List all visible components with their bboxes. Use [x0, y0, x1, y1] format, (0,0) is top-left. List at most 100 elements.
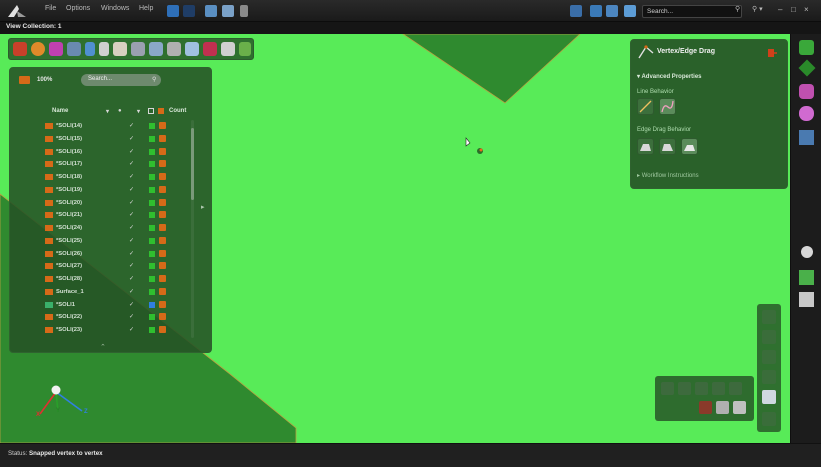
visibility-check-icon[interactable]: ✓	[129, 250, 134, 257]
menu-file[interactable]: File	[45, 5, 56, 12]
visibility-check-icon[interactable]: ✓	[129, 288, 134, 295]
materials-icon[interactable]	[799, 84, 814, 99]
material-cube-icon[interactable]	[159, 147, 166, 155]
material-cube-icon[interactable]	[159, 134, 166, 142]
color-swatch[interactable]	[149, 174, 155, 180]
shape-icon[interactable]	[49, 42, 63, 56]
color-swatch[interactable]	[149, 250, 155, 257]
color-swatch[interactable]	[149, 288, 155, 295]
close-button[interactable]: ×	[804, 5, 809, 14]
color-swatch[interactable]	[149, 135, 155, 142]
material-cube-icon[interactable]	[159, 262, 166, 270]
color-swatch[interactable]	[149, 314, 155, 321]
visibility-check-icon[interactable]: ✓	[129, 186, 134, 193]
measure-icon[interactable]	[203, 42, 217, 56]
visibility-check-icon[interactable]: ✓	[129, 326, 134, 333]
color-column-icon[interactable]	[148, 108, 154, 114]
color-swatch[interactable]	[149, 263, 155, 270]
nav-fit-icon[interactable]	[762, 370, 776, 384]
solid-tool-icon[interactable]	[149, 42, 163, 56]
tree-row[interactable]: *SOLI(14) ✓	[10, 120, 200, 133]
minimize-button[interactable]: –	[778, 5, 782, 14]
save-icon[interactable]	[222, 5, 234, 17]
view-reset-icon[interactable]	[699, 401, 712, 414]
menu-help[interactable]: Help	[139, 5, 153, 12]
visibility-check-icon[interactable]: ✓	[129, 313, 134, 320]
nav-select-icon[interactable]	[762, 390, 776, 404]
line-icon[interactable]	[99, 42, 109, 56]
material-cube-icon[interactable]	[159, 160, 166, 168]
column-name-header[interactable]: Name	[52, 108, 68, 114]
list-view-icon[interactable]	[799, 130, 814, 145]
plugin-icon[interactable]	[239, 42, 251, 56]
color-swatch[interactable]	[149, 225, 155, 231]
color-swatch[interactable]	[149, 186, 155, 193]
color-swatch[interactable]	[149, 237, 155, 244]
tree-view-icon[interactable]	[19, 76, 30, 84]
menu-options[interactable]: Options	[66, 5, 90, 12]
nav-more-icon[interactable]	[762, 412, 776, 426]
visibility-check-icon[interactable]: ✓	[129, 122, 134, 129]
tree-row[interactable]: *SOLI(20) ✓	[10, 197, 200, 210]
sections-icon[interactable]	[799, 270, 814, 285]
view-cube-front-icon[interactable]	[716, 401, 729, 414]
nav-orbit-icon[interactable]	[762, 310, 776, 324]
point-icon[interactable]	[85, 42, 95, 56]
visibility-check-icon[interactable]: ✓	[129, 135, 134, 142]
view-option-5-icon[interactable]	[729, 382, 742, 395]
tree-row[interactable]: *SOLI(15) ✓	[10, 133, 200, 146]
tree-row[interactable]: *SOLI(21) ✓	[10, 209, 200, 222]
tree-row[interactable]: *SOLI(23) ✓	[10, 324, 200, 337]
open-file-icon[interactable]	[205, 5, 217, 17]
account-icon[interactable]: ⚲ ▾	[752, 5, 763, 13]
transform-icon[interactable]	[167, 42, 181, 56]
visibility-check-icon[interactable]: ✓	[129, 224, 134, 231]
color-swatch[interactable]	[149, 123, 155, 129]
visibility-check-icon[interactable]: ✓	[129, 237, 134, 244]
tree-row[interactable]: *SOLI1 ✓	[10, 299, 200, 312]
color-swatch[interactable]	[149, 199, 155, 206]
panel-resize-grip[interactable]: ⌃	[100, 343, 106, 351]
view-tool-icon[interactable]	[221, 42, 235, 56]
view-option-4-icon[interactable]	[712, 382, 725, 395]
render-sphere-icon[interactable]	[801, 246, 813, 258]
panel-collapse-handle[interactable]: ▸	[201, 203, 205, 211]
visibility-check-icon[interactable]: ✓	[129, 301, 134, 308]
annotations-icon[interactable]	[799, 292, 814, 307]
menu-windows[interactable]: Windows	[101, 5, 129, 12]
share-icon[interactable]	[590, 5, 602, 17]
tree-row[interactable]: *SOLI(24) ✓	[10, 222, 200, 235]
tree-row[interactable]: *SOLI(27) ✓	[10, 260, 200, 273]
view-option-1-icon[interactable]	[661, 382, 674, 395]
edge-behavior-3-button[interactable]	[681, 138, 698, 155]
layers-icon[interactable]	[798, 59, 816, 77]
view-collection-tab[interactable]: View Collection: 1	[0, 22, 821, 34]
line-straight-button[interactable]	[637, 98, 654, 115]
primitives-icon[interactable]	[13, 42, 27, 56]
tree-search-input[interactable]: Search...	[81, 74, 161, 86]
color-swatch[interactable]	[149, 276, 155, 282]
view-option-3-icon[interactable]	[695, 382, 708, 395]
material-cube-icon[interactable]	[159, 198, 166, 206]
material-cube-icon[interactable]	[159, 173, 166, 180]
tree-row[interactable]: *SOLI(17) ✓	[10, 158, 200, 171]
filter-icon[interactable]: ▾	[106, 108, 109, 115]
network-icon[interactable]	[570, 5, 582, 17]
edit-icon[interactable]	[185, 42, 199, 56]
visibility-check-icon[interactable]: ✓	[129, 275, 134, 282]
visibility-icon[interactable]: ●	[118, 108, 122, 114]
edge-behavior-1-button[interactable]	[637, 138, 654, 155]
visibility-check-icon[interactable]: ✓	[129, 148, 134, 155]
material-cube-icon[interactable]	[159, 275, 166, 282]
tree-row[interactable]: *SOLI(22) ✓	[10, 311, 200, 324]
color-swatch[interactable]	[149, 148, 155, 155]
sphere-icon[interactable]	[31, 42, 45, 56]
tree-scroll-thumb[interactable]	[191, 128, 194, 200]
material-cube-icon[interactable]	[159, 236, 166, 244]
curve-icon[interactable]	[113, 42, 127, 56]
tree-zoom-level[interactable]: 100%	[37, 77, 52, 83]
column-count-header[interactable]: Count	[169, 108, 186, 114]
view-option-2-icon[interactable]	[678, 382, 691, 395]
material-cube-icon[interactable]	[159, 313, 166, 321]
color-swatch[interactable]	[149, 161, 155, 168]
